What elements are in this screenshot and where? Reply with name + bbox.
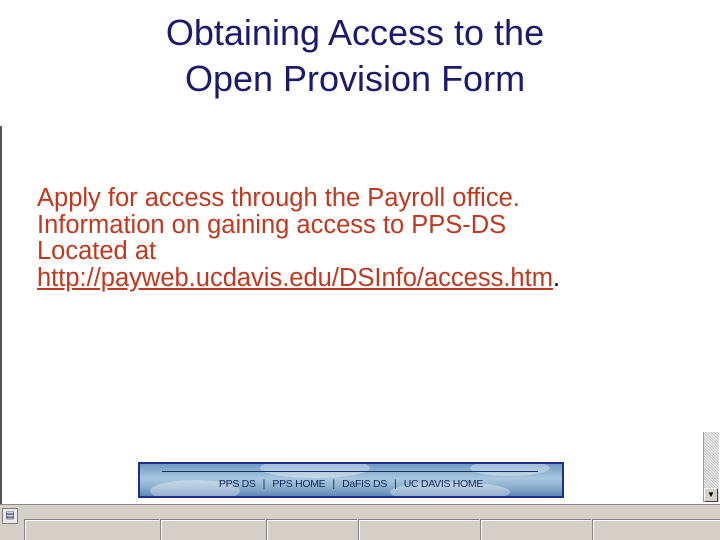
status-cell — [358, 519, 479, 540]
body-line-3: Located at — [37, 237, 157, 265]
status-cell — [24, 519, 159, 540]
scroll-down-arrow-icon[interactable]: ▼ — [704, 488, 718, 502]
status-cell — [592, 519, 720, 540]
nav-separator: | — [394, 478, 397, 490]
vertical-scrollbar[interactable]: ▼ — [703, 432, 719, 502]
slide-title: Obtaining Access to the Open Provision F… — [0, 10, 710, 102]
slide: Obtaining Access to the Open Provision F… — [0, 0, 720, 540]
navigation-banner: PPS DS | PPS HOME | DaFIS DS | UC DAVIS HOME — [138, 462, 564, 498]
nav-link-pps-ds[interactable]: PPS DS — [219, 478, 256, 490]
status-cell — [480, 519, 591, 540]
slide-title-line-1: Obtaining Access to the — [165, 12, 545, 53]
status-bar: ▤ — [0, 504, 720, 540]
page-icon: ▤ — [2, 508, 18, 524]
slide-body: Apply for access through the Payroll off… — [37, 185, 717, 291]
banner-rule — [162, 471, 538, 472]
slide-title-line-2: Open Provision Form — [184, 58, 526, 99]
frame-border — [0, 126, 2, 506]
access-info-link[interactable]: http://payweb.ucdavis.edu/DSInfo/access.… — [37, 264, 553, 292]
link-trailing-period: . — [552, 263, 561, 292]
status-cell — [160, 519, 265, 540]
status-cell — [266, 519, 357, 540]
body-line-2: Information on gaining access to PPS-DS — [37, 210, 507, 239]
nav-link-dafis-ds[interactable]: DaFIS DS — [342, 478, 387, 490]
nav-link-pps-home[interactable]: PPS HOME — [272, 478, 325, 490]
body-line-4: http://payweb.ucdavis.edu/DSInfo/access.… — [37, 263, 717, 292]
nav-separator: | — [262, 478, 266, 490]
nav-link-uc-davis-home[interactable]: UC DAVIS HOME — [404, 478, 484, 490]
body-line-1: Apply for access through the Payroll off… — [37, 184, 520, 212]
nav-links: PPS DS | PPS HOME | DaFIS DS | UC DAVIS HOME — [140, 477, 562, 491]
nav-separator: | — [332, 478, 336, 490]
